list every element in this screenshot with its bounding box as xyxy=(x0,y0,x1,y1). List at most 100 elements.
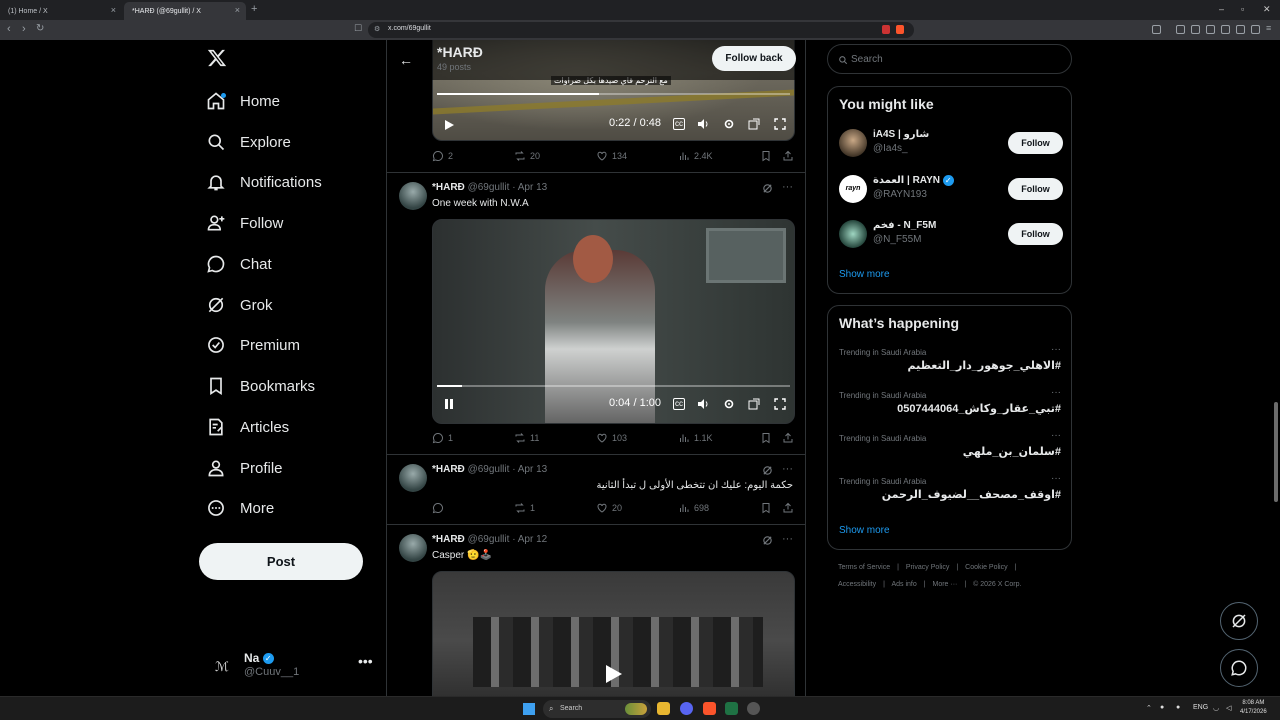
sidebar-item-home[interactable]: Home xyxy=(206,86,280,116)
trend-item[interactable]: Trending in Saudi Arabia ··· #سلمان_بن_م… xyxy=(839,430,1061,470)
discord-icon[interactable] xyxy=(680,702,693,715)
maximize-button[interactable]: ▫ xyxy=(1241,4,1244,14)
follow-button[interactable]: Follow xyxy=(1008,132,1063,154)
repost-button[interactable]: 1 xyxy=(514,502,535,514)
show-more-link[interactable]: Show more xyxy=(839,269,890,280)
footer-link-terms[interactable]: Terms of Service xyxy=(838,564,890,571)
page-scrollbar[interactable] xyxy=(1272,40,1280,696)
fullscreen-icon[interactable] xyxy=(774,398,786,410)
tray-app-icon[interactable]: ● xyxy=(1160,704,1164,711)
more-options-icon[interactable]: ··· xyxy=(1051,430,1061,441)
file-explorer-icon[interactable] xyxy=(657,702,670,715)
tray-overflow-icon[interactable]: ⌃ xyxy=(1146,704,1152,712)
trend-item[interactable]: Trending in Saudi Arabia ··· #اوقف_مصحف_… xyxy=(839,473,1061,513)
share-button[interactable] xyxy=(782,150,794,162)
volume-icon[interactable]: ◁ xyxy=(1226,704,1231,712)
search-input[interactable]: Search xyxy=(827,44,1072,74)
sidebar-item-bookmarks[interactable]: Bookmarks xyxy=(206,371,315,401)
author-handle[interactable]: @69gullit xyxy=(468,534,510,545)
volume-icon[interactable] xyxy=(697,118,709,130)
split-view-icon[interactable] xyxy=(1206,25,1215,34)
suggested-user[interactable]: فخم - N_F5M @N_F55M Follow xyxy=(839,218,1063,252)
bookmark-page-icon[interactable]: ☐ xyxy=(354,23,362,34)
excel-icon[interactable] xyxy=(725,702,738,715)
brave-browser-icon[interactable] xyxy=(703,702,716,715)
settings-gear-icon[interactable] xyxy=(723,398,735,410)
footer-link-more[interactable]: More ··· xyxy=(933,581,958,588)
reply-button[interactable] xyxy=(432,502,448,514)
tray-mic-icon[interactable]: ● xyxy=(1176,704,1180,711)
sidebar-item-notifications[interactable]: Notifications xyxy=(206,167,322,197)
minimize-button[interactable]: – xyxy=(1219,4,1224,14)
close-window-button[interactable]: ✕ xyxy=(1263,4,1271,15)
close-tab-icon[interactable]: × xyxy=(235,5,240,15)
close-tab-icon[interactable]: × xyxy=(111,5,116,15)
post-button[interactable]: Post xyxy=(199,543,363,580)
author-handle[interactable]: @69gullit xyxy=(468,464,510,475)
volume-icon[interactable] xyxy=(697,398,709,410)
captions-icon[interactable]: cc xyxy=(673,118,685,130)
play-icon[interactable] xyxy=(443,119,455,131)
wallet-icon[interactable] xyxy=(1221,25,1230,34)
picture-in-picture-icon[interactable] xyxy=(748,118,760,130)
sidebar-item-articles[interactable]: Articles xyxy=(206,412,289,442)
sidebar-item-explore[interactable]: Explore xyxy=(206,127,291,157)
like-button[interactable]: 20 xyxy=(596,502,622,514)
language-indicator[interactable]: ENG xyxy=(1193,704,1208,711)
extensions-icon[interactable] xyxy=(1236,25,1245,34)
suggested-user[interactable]: rayn العمدة | RAYN ✓ @RAYN193 Follow xyxy=(839,173,1063,207)
play-icon[interactable] xyxy=(605,664,623,684)
fullscreen-icon[interactable] xyxy=(774,118,786,130)
sidebar-item-grok[interactable]: Grok xyxy=(206,290,273,320)
repost-button[interactable]: 11 xyxy=(514,432,539,444)
footer-link-privacy[interactable]: Privacy Policy xyxy=(906,564,950,571)
back-arrow-icon[interactable]: ‹ xyxy=(7,23,11,35)
settings-gear-icon[interactable] xyxy=(723,118,735,130)
more-options-icon[interactable]: ··· xyxy=(782,463,793,475)
author-name[interactable]: *HARĐ xyxy=(432,182,465,193)
follow-button[interactable]: Follow xyxy=(1008,178,1063,200)
author-handle[interactable]: @69gullit xyxy=(468,182,510,193)
video-player[interactable]: 0:04 / 1:00 cc xyxy=(432,219,795,424)
like-button[interactable]: 103 xyxy=(596,432,627,444)
reply-button[interactable]: 1 xyxy=(432,432,453,444)
sidebar-item-profile[interactable]: Profile xyxy=(206,453,283,483)
brave-rewards-icon[interactable] xyxy=(882,25,890,34)
grok-icon[interactable] xyxy=(762,183,773,194)
views-button[interactable]: 1.1K xyxy=(678,432,713,444)
trend-item[interactable]: Trending in Saudi Arabia ··· #الاهلي_جوه… xyxy=(839,344,1061,384)
follow-back-button[interactable]: Follow back xyxy=(712,46,796,71)
trend-item[interactable]: Trending in Saudi Arabia ··· #تبي_عقار_و… xyxy=(839,387,1061,427)
sidebar-toggle-icon[interactable] xyxy=(1152,25,1161,34)
video-player[interactable] xyxy=(432,571,795,696)
avatar[interactable] xyxy=(399,182,427,210)
grok-floating-button[interactable] xyxy=(1220,602,1258,640)
share-button[interactable] xyxy=(782,502,794,514)
sidebar-item-follow[interactable]: Follow xyxy=(206,208,283,238)
avatar[interactable] xyxy=(399,464,427,492)
captions-icon[interactable]: cc xyxy=(673,398,685,410)
downloads-icon[interactable] xyxy=(1176,25,1185,34)
more-options-icon[interactable]: ··· xyxy=(1051,387,1061,398)
menu-icon[interactable]: ≡ xyxy=(1266,23,1271,33)
show-more-link[interactable]: Show more xyxy=(839,525,890,536)
footer-link-cookies[interactable]: Cookie Policy xyxy=(965,564,1007,571)
grok-icon[interactable] xyxy=(762,535,773,546)
media-icon[interactable] xyxy=(1191,25,1200,34)
sidebar-item-more[interactable]: More xyxy=(206,493,274,523)
share-button[interactable] xyxy=(782,432,794,444)
like-button[interactable]: 134 xyxy=(596,150,627,162)
views-button[interactable]: 698 xyxy=(678,502,709,514)
brave-shield-icon[interactable] xyxy=(896,25,904,34)
views-button[interactable]: 2.4K xyxy=(678,150,713,162)
reply-button[interactable]: 2 xyxy=(432,150,453,162)
post-date[interactable]: · Apr 13 xyxy=(512,182,547,193)
back-arrow-icon[interactable]: ← xyxy=(399,52,413,68)
taskbar-search[interactable]: ⌕ Search xyxy=(543,700,651,718)
post-date[interactable]: · Apr 13 xyxy=(512,464,547,475)
system-clock[interactable]: 8:08 AM 4/17/2026 xyxy=(1240,699,1267,717)
repost-button[interactable]: 20 xyxy=(514,150,540,162)
picture-in-picture-icon[interactable] xyxy=(748,398,760,410)
chat-floating-button[interactable] xyxy=(1220,649,1258,687)
suggested-user[interactable]: iA4S | شارو @Ia4s_ Follow xyxy=(839,127,1063,161)
